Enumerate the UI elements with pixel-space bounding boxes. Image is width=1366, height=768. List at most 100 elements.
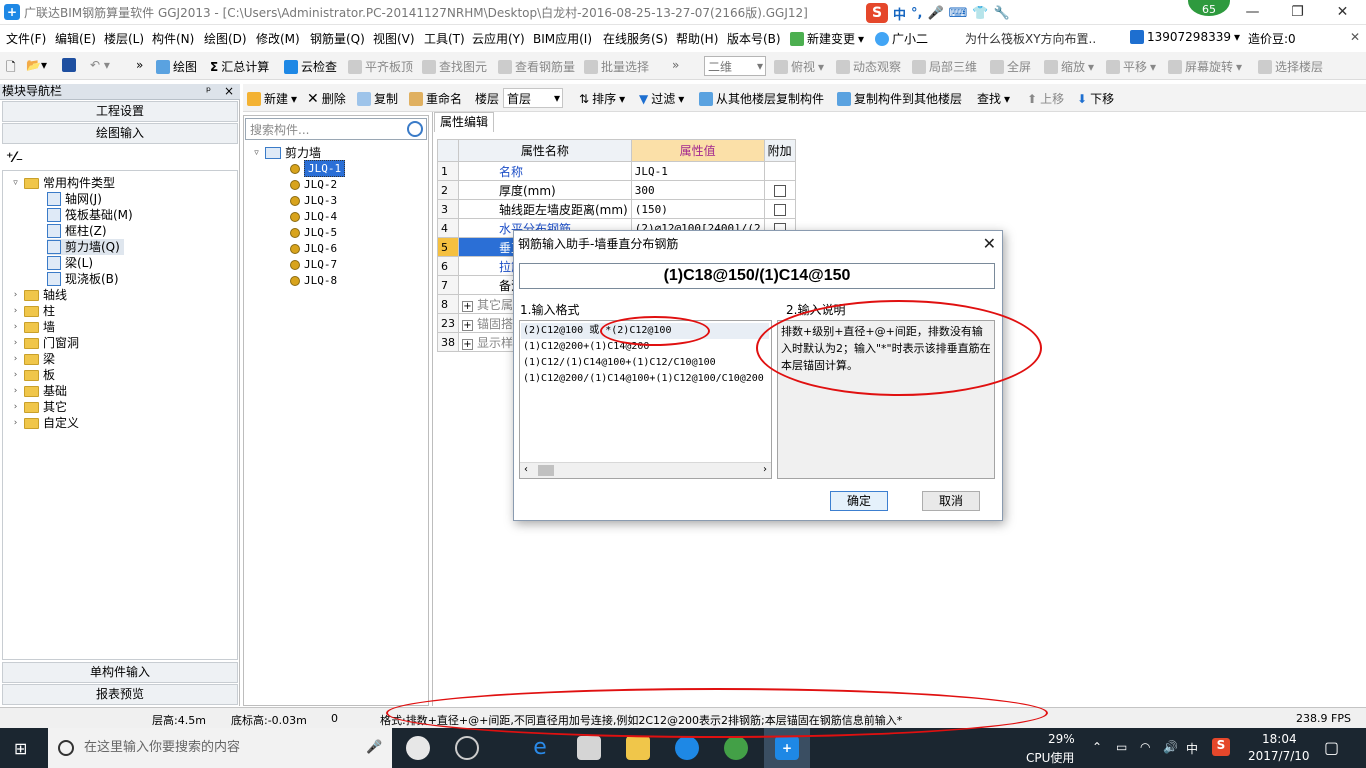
- green-app-icon[interactable]: [724, 736, 748, 760]
- tab-property-edit[interactable]: 属性编辑: [434, 112, 494, 132]
- pin-icon[interactable]: ᵖ: [206, 84, 211, 99]
- menu-bim[interactable]: BIM应用(I): [533, 30, 592, 47]
- component-item[interactable]: JLQ-3: [290, 193, 337, 208]
- move-down-button[interactable]: ⬇ 下移: [1077, 90, 1114, 107]
- cost-beans[interactable]: 造价豆:0: [1248, 30, 1296, 47]
- menu-version[interactable]: 版本号(B): [727, 30, 781, 47]
- tree-item-raft-foundation[interactable]: 筏板基础(M): [47, 207, 133, 223]
- expand-icon[interactable]: ›: [11, 399, 20, 415]
- tree-group-column[interactable]: › 柱: [11, 303, 55, 319]
- flat-top-button[interactable]: 平齐板顶: [348, 58, 413, 75]
- expand-all-icon[interactable]: ⁺⁄₋: [6, 150, 23, 166]
- menu-assistant[interactable]: 广小二: [875, 30, 928, 47]
- more-icon[interactable]: »: [672, 58, 679, 72]
- menu-file[interactable]: 文件(F): [6, 30, 46, 47]
- copy-button[interactable]: 复制: [357, 90, 398, 107]
- menu-view[interactable]: 视图(V): [373, 30, 415, 47]
- property-row[interactable]: 3 轴线距左墙皮距离(mm) (150): [437, 199, 796, 219]
- component-item[interactable]: JLQ-2: [290, 177, 337, 192]
- microphone-icon[interactable]: 🎤: [366, 728, 382, 768]
- property-value[interactable]: JLQ-1: [630, 161, 765, 181]
- floor-select[interactable]: 首层 ▾: [503, 88, 563, 108]
- file-explorer-icon[interactable]: [626, 736, 650, 760]
- tree-item-beam[interactable]: 梁(L): [47, 255, 93, 271]
- project-settings-button[interactable]: 工程设置: [2, 101, 238, 122]
- expand-icon[interactable]: ›: [11, 367, 20, 383]
- filter-button[interactable]: ▼ 过滤 ▾: [639, 90, 684, 107]
- browser-swirl-icon[interactable]: [455, 736, 479, 760]
- new-component-button[interactable]: 新建 ▾: [247, 90, 297, 107]
- component-item[interactable]: JLQ-4: [290, 209, 337, 224]
- menu-floor[interactable]: 楼层(L): [104, 30, 144, 47]
- copy-to-floor-button[interactable]: 复制构件到其他楼层: [837, 90, 962, 107]
- store-icon[interactable]: [577, 736, 601, 760]
- menu-rebar-qty[interactable]: 钢筋量(Q): [310, 30, 365, 47]
- view-mode-select[interactable]: 二维 ▾: [704, 56, 766, 76]
- expand-icon[interactable]: ›: [11, 319, 20, 335]
- taskbar-search-box[interactable]: 在这里输入你要搜索的内容 🎤: [48, 728, 392, 768]
- ime-skin-icon[interactable]: 👕: [972, 6, 988, 21]
- rotate-button[interactable]: 屏幕旋转 ▾: [1168, 58, 1242, 75]
- menu-component[interactable]: 构件(N): [152, 30, 194, 47]
- component-search-input[interactable]: 搜索构件...: [245, 118, 427, 140]
- format-list[interactable]: (2)C12@100 或 *(2)C12@100 (1)C12@200+(1)C…: [519, 320, 772, 479]
- scroll-right-icon[interactable]: ›: [763, 464, 767, 475]
- attach-checkbox[interactable]: [773, 203, 786, 216]
- expand-icon[interactable]: ›: [11, 415, 20, 431]
- notification-badge[interactable]: 65: [1186, 0, 1232, 18]
- restore-button[interactable]: ❐: [1275, 0, 1320, 25]
- rebar-value-input[interactable]: (1)C18@150/(1)C14@150: [519, 263, 995, 289]
- menu-help[interactable]: 帮助(H): [676, 30, 718, 47]
- ok-button[interactable]: 确定: [830, 491, 888, 511]
- find-element-button[interactable]: 查找图元: [422, 58, 487, 75]
- select-floor-button[interactable]: 选择楼层: [1258, 58, 1323, 75]
- top-view-button[interactable]: 俯视 ▾: [774, 58, 824, 75]
- expand-icon[interactable]: +: [462, 338, 473, 350]
- format-list-item[interactable]: (1)C12@200/(1)C14@100+(1)C12@100/C10@200: [523, 371, 764, 387]
- nav-close-icon[interactable]: ×: [224, 84, 234, 99]
- find-button[interactable]: 查找 ▾: [977, 90, 1010, 107]
- clock-date[interactable]: 2017/7/10: [1248, 749, 1310, 763]
- dialog-close-icon[interactable]: ✕: [983, 235, 996, 253]
- ime-keyboard-icon[interactable]: ⌨: [949, 6, 968, 21]
- property-row[interactable]: 1 名称 JLQ-1: [437, 161, 796, 181]
- expand-icon[interactable]: ›: [11, 351, 20, 367]
- minimize-button[interactable]: —: [1230, 0, 1275, 25]
- search-icon[interactable]: [407, 121, 423, 137]
- wifi-icon[interactable]: ◠: [1140, 740, 1150, 754]
- zoom-button[interactable]: 缩放 ▾: [1044, 58, 1094, 75]
- expand-icon[interactable]: ›: [11, 335, 20, 351]
- scrollbar-thumb[interactable]: [538, 465, 554, 476]
- clock-time[interactable]: 18:04: [1262, 732, 1297, 746]
- user-account[interactable]: 13907298339 ▾: [1130, 30, 1240, 44]
- ime-chinese-mode[interactable]: 中: [893, 4, 906, 23]
- batch-select-button[interactable]: 批量选择: [584, 58, 649, 75]
- expand-icon[interactable]: +: [462, 319, 473, 331]
- menu-draw[interactable]: 绘图(D): [204, 30, 247, 47]
- close-button[interactable]: ✕: [1320, 0, 1365, 25]
- menu-cloud[interactable]: 云应用(Y): [472, 30, 525, 47]
- task-view-icon[interactable]: [406, 736, 430, 760]
- cloud-check-button[interactable]: 云检查: [284, 58, 337, 75]
- ime-tools-icon[interactable]: 🔧: [994, 6, 1010, 21]
- local-3d-button[interactable]: 局部三维: [912, 58, 977, 75]
- ime-punct-icon[interactable]: °,: [911, 6, 922, 21]
- component-item[interactable]: JLQ-7: [290, 257, 337, 272]
- horizontal-scrollbar[interactable]: ‹ ›: [520, 462, 771, 478]
- collapse-icon[interactable]: ▿: [11, 175, 20, 191]
- tree-group-wall[interactable]: › 墙: [11, 319, 55, 335]
- tree-root-common[interactable]: ▿ 常用构件类型: [11, 175, 115, 191]
- tree-group-slab[interactable]: › 板: [11, 367, 55, 383]
- menu-online[interactable]: 在线服务(S): [603, 30, 668, 47]
- component-tree-root[interactable]: ▿ 剪力墙: [252, 144, 321, 161]
- ime-indicator[interactable]: 中: [1186, 740, 1198, 757]
- menu-tools[interactable]: 工具(T): [424, 30, 465, 47]
- active-ggj-task[interactable]: +: [764, 728, 810, 768]
- undo-icon[interactable]: ↶ ▾: [90, 58, 110, 72]
- component-item[interactable]: JLQ-8: [290, 273, 337, 288]
- cancel-button[interactable]: 取消: [922, 491, 980, 511]
- copy-from-floor-button[interactable]: 从其他楼层复制构件: [699, 90, 824, 107]
- network-icon[interactable]: ▭: [1116, 740, 1127, 754]
- component-item[interactable]: JLQ-5: [290, 225, 337, 240]
- collapse-icon[interactable]: ▿: [252, 148, 261, 158]
